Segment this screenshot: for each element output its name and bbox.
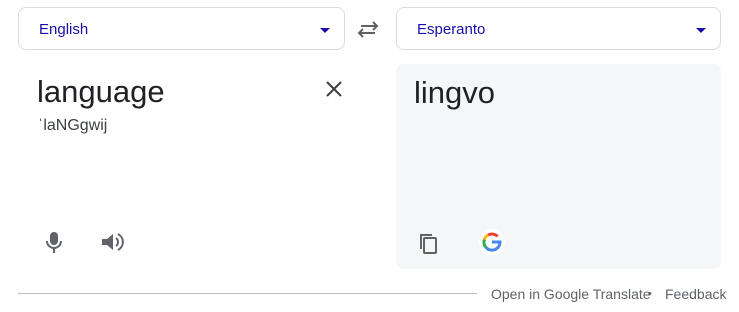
chevron-down-icon [696,28,706,33]
translation-panel: lingvo [396,64,721,269]
target-language-select[interactable]: Esperanto [396,7,721,50]
clear-text-button[interactable] [323,78,345,100]
swap-arrows-icon [357,21,379,38]
microphone-icon [46,232,62,253]
listen-source-button[interactable] [98,228,126,256]
open-in-google-translate-link[interactable]: Open in Google Translate [491,286,651,302]
footer-separator: • [648,288,652,300]
google-search-button[interactable] [478,228,506,256]
target-language-label: Esperanto [417,21,486,38]
swap-languages-button[interactable] [355,17,381,41]
source-language-label: English [39,21,89,38]
copy-icon [420,234,437,254]
speaker-icon [102,233,124,251]
voice-input-button[interactable] [40,228,68,256]
source-text[interactable]: language [37,74,165,110]
close-icon [326,81,342,97]
translated-text: lingvo [414,75,495,110]
copy-translation-button[interactable] [415,230,443,258]
chevron-down-icon [320,28,330,33]
source-language-select[interactable]: English [18,7,345,50]
footer-divider [18,293,477,294]
google-g-icon [479,229,505,255]
source-transliteration: ˈlaNGgwij [38,117,108,134]
feedback-link[interactable]: Feedback [665,286,726,302]
